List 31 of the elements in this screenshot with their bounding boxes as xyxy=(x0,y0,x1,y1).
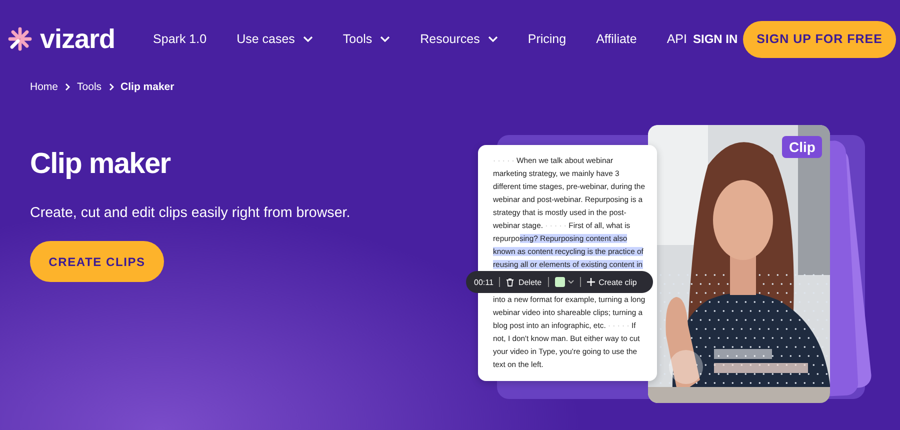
nav-link[interactable]: API xyxy=(666,32,687,46)
page-title: Clip maker xyxy=(30,148,170,181)
timestamp: 00:11 xyxy=(474,276,494,288)
nav-link[interactable]: Affiliate xyxy=(596,32,637,46)
delete-button[interactable]: Delete xyxy=(506,278,542,286)
create-clip-button[interactable]: Create clip xyxy=(586,278,637,286)
nav-link[interactable]: Pricing xyxy=(528,32,566,46)
chevron-right-icon xyxy=(108,83,114,91)
trash-icon xyxy=(506,278,514,286)
plus-icon xyxy=(586,278,595,286)
nav-link[interactable]: Resources xyxy=(420,32,498,46)
breadcrumb-link[interactable]: Clip maker xyxy=(120,81,174,93)
nav-link[interactable]: Tools xyxy=(342,32,390,46)
nav-link[interactable]: Use cases xyxy=(236,32,313,46)
chevron-down-icon xyxy=(380,36,390,42)
sign-up-button[interactable]: SIGN UP FOR FREE xyxy=(743,20,896,58)
chevron-right-icon xyxy=(65,83,70,91)
subtitle: Create, cut and edit clips easily right from browser. xyxy=(30,205,350,221)
chevron-down-icon xyxy=(488,36,498,42)
color-picker[interactable] xyxy=(554,277,574,287)
breadcrumb-link[interactable]: Home xyxy=(30,81,58,93)
chevron-down-icon xyxy=(302,36,313,42)
nav-link[interactable]: Spark 1.0 xyxy=(153,32,207,46)
color-swatch xyxy=(554,277,565,287)
chevron-down-icon xyxy=(568,280,574,284)
breadcrumb-link[interactable]: Tools xyxy=(77,81,102,93)
logo-wordmark: vizard xyxy=(40,24,116,54)
asterisk-logo-icon xyxy=(8,27,32,51)
create-clips-button[interactable]: CREATE CLIPS xyxy=(30,241,164,282)
sign-in-link[interactable]: SIGN IN xyxy=(693,32,738,46)
clip-badge: Clip xyxy=(782,136,822,158)
